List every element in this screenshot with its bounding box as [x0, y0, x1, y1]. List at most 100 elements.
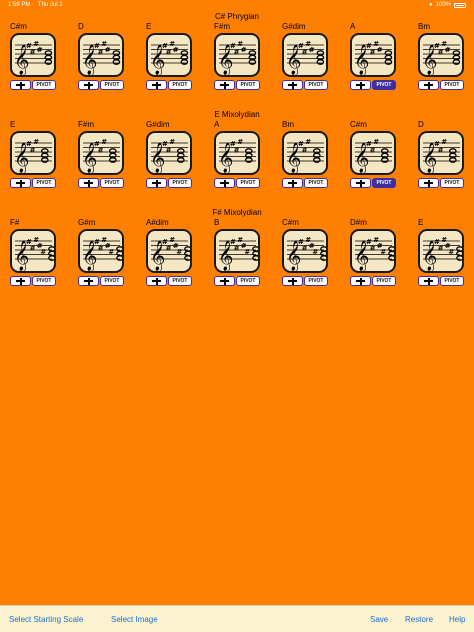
chord-card[interactable]: 𝄞 # # # #: [78, 33, 124, 77]
add-chord-button[interactable]: [146, 80, 167, 90]
pivot-button[interactable]: PIVOT: [100, 276, 124, 286]
add-chord-button[interactable]: [350, 276, 371, 286]
scale-section: E Mixolydian E 𝄞 # # # PIVOT F#m 𝄞 # # # PIVOT G#dim 𝄞…: [0, 110, 474, 190]
pivot-button[interactable]: PIVOT: [304, 178, 328, 188]
pivot-button[interactable]: PIVOT: [440, 276, 464, 286]
plus-icon: [359, 81, 362, 89]
pivot-button[interactable]: PIVOT: [440, 80, 464, 90]
chord-card[interactable]: 𝄞 # # # #: [10, 33, 56, 77]
add-chord-button[interactable]: [78, 80, 99, 90]
svg-text:#: #: [105, 46, 111, 54]
chord-card[interactable]: 𝄞 # # # # #: [418, 229, 464, 273]
chord-card[interactable]: 𝄞 # # # # #: [214, 229, 260, 273]
svg-text:#: #: [173, 46, 179, 54]
staff-notation-icon: 𝄞####: [422, 40, 461, 75]
chord-name: E: [146, 22, 152, 31]
add-chord-button[interactable]: [214, 276, 235, 286]
chord-card[interactable]: 𝄞 # # #: [146, 131, 192, 175]
svg-text:#: #: [234, 245, 240, 253]
svg-text:#: #: [166, 245, 172, 253]
svg-text:#: #: [37, 46, 43, 54]
add-chord-button[interactable]: [10, 276, 31, 286]
chord-buttons: PIVOT: [214, 276, 260, 286]
chord-card[interactable]: 𝄞 # # # # #: [350, 229, 396, 273]
chord-name: Bm: [418, 22, 430, 31]
chord-card[interactable]: 𝄞 # # #: [282, 131, 328, 175]
staff-notation-icon: 𝄞###: [422, 138, 460, 173]
add-chord-button[interactable]: [214, 178, 235, 188]
pivot-button[interactable]: PIVOT: [372, 178, 396, 188]
chord-name: E: [418, 218, 424, 227]
svg-text:#: #: [445, 46, 451, 54]
svg-text:#: #: [166, 49, 172, 57]
restore-button[interactable]: Restore: [405, 615, 433, 624]
chord-cell: G#dim 𝄞 # # # PIVOT: [146, 120, 198, 190]
help-button[interactable]: Help: [449, 615, 465, 624]
chord-buttons: PIVOT: [282, 178, 328, 188]
chord-card[interactable]: 𝄞 # # # # #: [78, 229, 124, 273]
add-chord-button[interactable]: [282, 276, 303, 286]
chord-name: G#m: [78, 218, 96, 227]
add-chord-button[interactable]: [350, 80, 371, 90]
add-chord-button[interactable]: [418, 80, 439, 90]
chord-card[interactable]: 𝄞 # # #: [214, 131, 260, 175]
add-chord-button[interactable]: [214, 80, 235, 90]
chord-card[interactable]: 𝄞 # # # #: [350, 33, 396, 77]
select-image-button[interactable]: Select Image: [111, 615, 158, 624]
svg-text:#: #: [234, 49, 240, 57]
chord-card[interactable]: 𝄞 # # #: [10, 131, 56, 175]
pivot-button[interactable]: PIVOT: [236, 178, 260, 188]
chord-card[interactable]: 𝄞 # # # # #: [10, 229, 56, 273]
add-chord-button[interactable]: [350, 178, 371, 188]
chord-card[interactable]: 𝄞 # # # #: [282, 33, 328, 77]
select-starting-scale-button[interactable]: Select Starting Scale: [9, 615, 83, 624]
svg-text:#: #: [176, 248, 182, 256]
chord-card[interactable]: 𝄞 # # # # #: [282, 229, 328, 273]
add-chord-button[interactable]: [10, 178, 31, 188]
svg-text:#: #: [98, 245, 104, 253]
pivot-button[interactable]: PIVOT: [236, 80, 260, 90]
pivot-button[interactable]: PIVOT: [100, 178, 124, 188]
chord-buttons: PIVOT: [418, 178, 464, 188]
chord-card[interactable]: 𝄞 # # # # #: [146, 229, 192, 273]
pivot-button[interactable]: PIVOT: [32, 276, 56, 286]
chord-card[interactable]: 𝄞 # # # #: [418, 33, 464, 77]
chord-card[interactable]: 𝄞 # # #: [350, 131, 396, 175]
pivot-button[interactable]: PIVOT: [372, 80, 396, 90]
svg-text:#: #: [98, 49, 104, 57]
add-chord-button[interactable]: [146, 276, 167, 286]
add-chord-button[interactable]: [10, 80, 31, 90]
pivot-button[interactable]: PIVOT: [100, 80, 124, 90]
scale-section: C# Phrygian C#m 𝄞 # # # # PIVOT D 𝄞 # # # # PIVOT E 𝄞 # # #…: [0, 12, 474, 92]
save-button[interactable]: Save: [370, 615, 388, 624]
pivot-button[interactable]: PIVOT: [32, 80, 56, 90]
pivot-button[interactable]: PIVOT: [440, 178, 464, 188]
pivot-button[interactable]: PIVOT: [304, 276, 328, 286]
add-chord-button[interactable]: [282, 80, 303, 90]
add-chord-button[interactable]: [418, 276, 439, 286]
chord-cell: A 𝄞 # # # PIVOT: [214, 120, 266, 190]
add-chord-button[interactable]: [78, 178, 99, 188]
section-title: C# Phrygian: [214, 12, 260, 21]
chord-name: D: [78, 22, 84, 31]
svg-text:#: #: [380, 248, 386, 256]
pivot-button[interactable]: PIVOT: [236, 276, 260, 286]
bottom-toolbar: Select Starting Scale Select Image Save …: [0, 605, 474, 632]
chord-card[interactable]: 𝄞 # # #: [418, 131, 464, 175]
chord-card[interactable]: 𝄞 # # # #: [214, 33, 260, 77]
staff-notation-icon: 𝄞####: [82, 40, 121, 75]
add-chord-button[interactable]: [146, 178, 167, 188]
add-chord-button[interactable]: [282, 178, 303, 188]
chord-card[interactable]: 𝄞 # # #: [78, 131, 124, 175]
add-chord-button[interactable]: [78, 276, 99, 286]
pivot-button[interactable]: PIVOT: [168, 178, 192, 188]
svg-text:#: #: [377, 46, 383, 54]
pivot-button[interactable]: PIVOT: [372, 276, 396, 286]
chord-card[interactable]: 𝄞 # # # #: [146, 33, 192, 77]
pivot-button[interactable]: PIVOT: [168, 276, 192, 286]
chord-cell: C#m 𝄞 # # # # # PIVOT: [282, 218, 334, 288]
add-chord-button[interactable]: [418, 178, 439, 188]
pivot-button[interactable]: PIVOT: [304, 80, 328, 90]
pivot-button[interactable]: PIVOT: [168, 80, 192, 90]
pivot-button[interactable]: PIVOT: [32, 178, 56, 188]
